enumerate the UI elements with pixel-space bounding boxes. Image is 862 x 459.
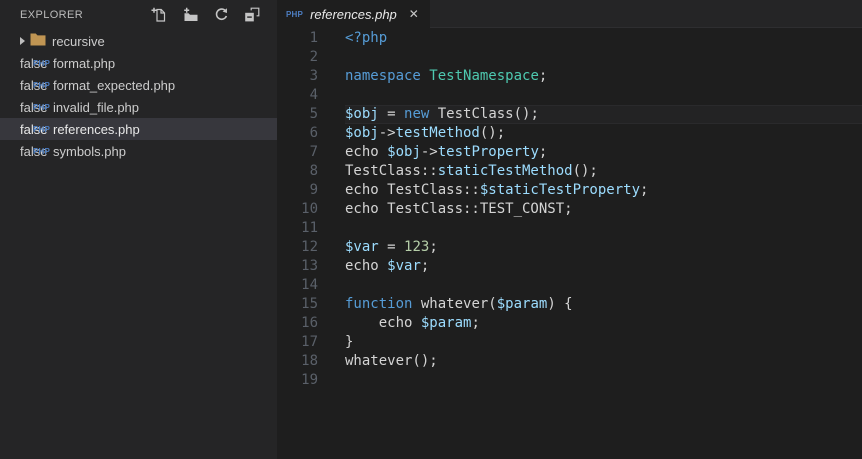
php-icon: PHP [33, 124, 51, 134]
code-line[interactable]: 6 $obj->testMethod(); [277, 124, 862, 143]
explorer-sidebar: EXPLORER recursive false PHP format.php … [0, 0, 277, 459]
code-line[interactable]: 17} [277, 333, 862, 352]
explorer-title: EXPLORER [20, 9, 84, 21]
file-row[interactable]: false PHP format_expected.php [0, 74, 277, 96]
code-line[interactable]: 3 namespace TestNamespace; [277, 67, 862, 86]
code-line[interactable]: 10 echo TestClass::TEST_CONST; [277, 200, 862, 219]
line-number: 13 [301, 258, 318, 274]
file-label: format.php [53, 55, 116, 71]
collapse-all-button[interactable] [243, 6, 261, 24]
line-number: 17 [301, 334, 318, 350]
code-text: echo $obj->testProperty; [345, 144, 548, 160]
php-icon: PHP [33, 80, 51, 90]
file-label: symbols.php [53, 143, 126, 159]
refresh-icon [215, 8, 228, 21]
code-line[interactable]: 1 <?php [277, 29, 862, 48]
php-icon: PHP [33, 58, 51, 68]
chevron-right-icon[interactable] [20, 37, 25, 45]
file-row[interactable]: recursive [0, 30, 277, 52]
line-number: 19 [301, 372, 318, 388]
line-number: 18 [301, 353, 318, 369]
editor-group: PHP references.php ✕ 1 <?php 2 3 namespace Tes… [277, 0, 862, 459]
file-label: invalid_file.php [53, 99, 140, 115]
line-number: 7 [309, 144, 318, 160]
code-line[interactable]: 4 [277, 86, 862, 105]
file-list: recursive false PHP format.php false PHP forma… [0, 30, 277, 162]
code-line[interactable]: 18 whatever(); [277, 352, 862, 371]
code-line[interactable]: 15 function whatever($param) { [277, 295, 862, 314]
code-line[interactable]: 11 [277, 219, 862, 238]
line-number: 6 [309, 125, 318, 141]
line-number: 11 [301, 220, 318, 236]
line-number: 2 [309, 49, 318, 65]
code-text: whatever(); [345, 353, 438, 369]
code-line[interactable]: 7 echo $obj->testProperty; [277, 143, 862, 162]
file-row[interactable]: false PHP symbols.php [0, 140, 277, 162]
code-area[interactable]: 1 <?php 2 3 namespace TestNamespace; 4 5 $obj =… [277, 28, 862, 459]
explorer-actions [150, 6, 261, 24]
line-number: 9 [309, 182, 318, 198]
tab-label: references.php [310, 6, 397, 22]
code-text: <?php [345, 30, 388, 46]
tab-references-php[interactable]: PHP references.php ✕ [277, 0, 430, 28]
code-line[interactable]: 2 [277, 48, 862, 67]
php-icon: PHP [33, 102, 51, 112]
line-number: 10 [301, 201, 318, 217]
new-file-button[interactable] [150, 6, 168, 24]
line-number: 16 [301, 315, 318, 331]
line-number: 15 [301, 296, 318, 312]
code-line[interactable]: 16 echo $param; [277, 314, 862, 333]
code-text: namespace TestNamespace; [345, 68, 548, 84]
file-label: recursive [52, 33, 105, 49]
file-label: format_expected.php [53, 77, 176, 93]
line-number: 1 [309, 30, 318, 46]
collapse-all-icon [245, 7, 260, 22]
file-row[interactable]: false PHP invalid_file.php [0, 96, 277, 118]
php-icon: PHP [33, 146, 51, 156]
new-file-icon [151, 7, 166, 22]
folder-icon [30, 33, 52, 49]
code-line[interactable]: 8 TestClass::staticTestMethod(); [277, 162, 862, 181]
new-folder-icon [184, 7, 198, 21]
line-number: 3 [309, 68, 318, 84]
code-line[interactable]: 5 $obj = new TestClass(); [277, 105, 862, 124]
code-text: $obj = new TestClass(); [345, 105, 862, 124]
file-row[interactable]: false PHP format.php [0, 52, 277, 74]
code-text: TestClass::staticTestMethod(); [345, 163, 598, 179]
file-row[interactable]: false PHP references.php [0, 118, 277, 140]
line-number: 8 [309, 163, 318, 179]
code-line[interactable]: 14 [277, 276, 862, 295]
tab-bar: PHP references.php ✕ [277, 0, 862, 28]
code-text: function whatever($param) { [345, 296, 573, 312]
refresh-button[interactable] [212, 6, 230, 24]
line-number: 5 [309, 106, 318, 122]
code-text: $var = 123; [345, 239, 438, 255]
code-text: } [345, 334, 354, 350]
line-number: 4 [309, 87, 318, 103]
line-number: 14 [301, 277, 318, 293]
code-line[interactable]: 12 $var = 123; [277, 238, 862, 257]
code-text: echo TestClass::$staticTestProperty; [345, 182, 649, 198]
new-folder-button[interactable] [181, 6, 199, 24]
code-text: echo $param; [345, 315, 480, 331]
close-icon[interactable]: ✕ [407, 6, 421, 22]
code-line[interactable]: 9 echo TestClass::$staticTestProperty; [277, 181, 862, 200]
code-line[interactable]: 13 echo $var; [277, 257, 862, 276]
explorer-header: EXPLORER [0, 0, 277, 30]
file-label: references.php [53, 121, 140, 137]
code-text: $obj->testMethod(); [345, 125, 506, 141]
php-icon: PHP [286, 9, 304, 19]
line-number: 12 [301, 239, 318, 255]
code-text: echo $var; [345, 258, 430, 274]
code-line[interactable]: 19 [277, 371, 862, 390]
code-text: echo TestClass::TEST_CONST; [345, 201, 573, 217]
